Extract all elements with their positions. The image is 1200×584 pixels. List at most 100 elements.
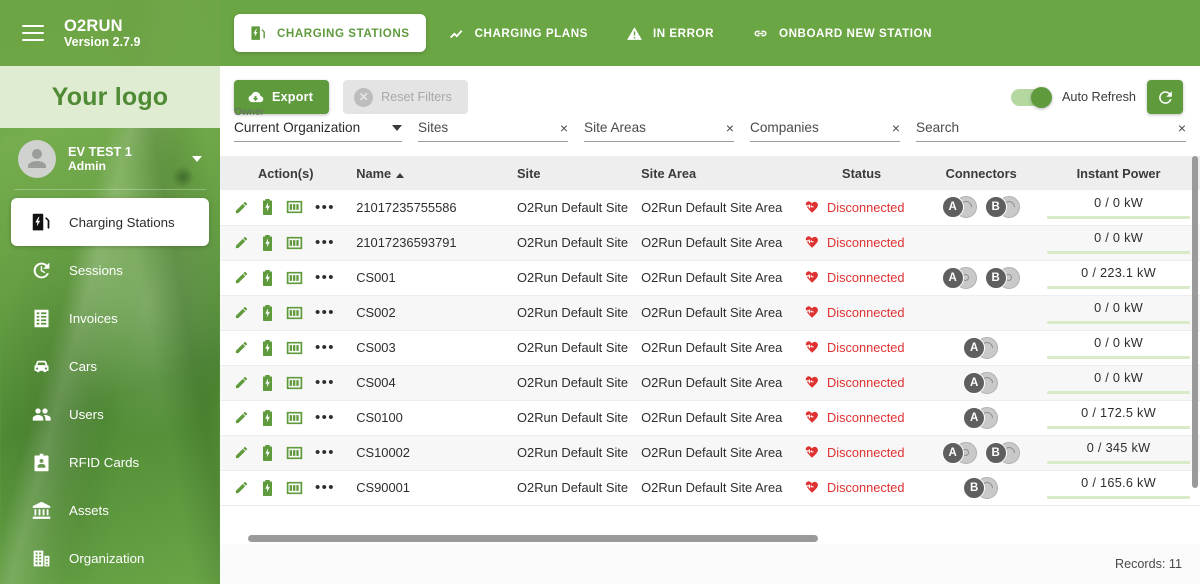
cell-connectors (925, 225, 1037, 260)
connector-letter: B (984, 441, 1007, 464)
chevron-down-icon[interactable] (192, 156, 202, 162)
user-profile[interactable]: EV TEST 1 Admin (0, 128, 220, 190)
companies-filter[interactable]: Companies × (750, 120, 900, 142)
connector-letter: A (963, 406, 986, 429)
heartbeat-broken-icon (805, 341, 818, 353)
tab-onboard-new-station[interactable]: ONBOARD NEW STATION (736, 14, 948, 52)
connector-badge[interactable]: A (941, 266, 978, 289)
horizontal-scrollbar[interactable] (248, 535, 818, 542)
more-icon[interactable]: ••• (315, 200, 335, 215)
sites-placeholder: Sites (418, 120, 449, 135)
column-header-site[interactable]: Site (509, 156, 634, 190)
cell-instant-power: 0 / 165.6 kW (1037, 470, 1200, 505)
more-icon[interactable]: ••• (315, 270, 335, 285)
sidebar-item-organization[interactable]: Organization (11, 534, 209, 582)
cell-status: Disconnected (798, 400, 925, 435)
column-header-site-area[interactable]: Site Area (633, 156, 798, 190)
sidebar-item-charging-stations[interactable]: Charging Stations (11, 198, 209, 246)
connector-badge[interactable]: B (984, 441, 1021, 464)
invoice-icon (29, 306, 53, 330)
sidebar-item-cars[interactable]: Cars (11, 342, 209, 390)
table-row[interactable]: ••• CS10002 O2Run Default Site O2Run Defaul… (220, 435, 1200, 470)
meter-icon (286, 271, 303, 284)
menu-toggle-icon[interactable] (22, 25, 44, 41)
brand-name: O2RUN (64, 16, 123, 35)
connector-badge[interactable]: B (984, 266, 1021, 289)
table-row[interactable]: ••• 21017236593791 O2Run Default Site O2Run… (220, 225, 1200, 260)
instant-power-value: 0 / 172.5 kW (1081, 406, 1156, 420)
sites-filter[interactable]: Sites × (418, 120, 568, 142)
app-root: O2RUN Version 2.7.9 Your logo EV TEST 1 … (0, 0, 1200, 584)
column-header-status[interactable]: Status (798, 156, 926, 190)
edit-icon (235, 446, 248, 459)
tab-charging-stations[interactable]: CHARGING STATIONS (234, 14, 426, 52)
connector-letter: B (984, 266, 1007, 289)
cell-site-area: O2Run Default Site Area (641, 410, 783, 425)
sidebar-item-sessions[interactable]: Sessions (11, 246, 209, 294)
more-icon[interactable]: ••• (315, 340, 335, 355)
chevron-down-icon[interactable] (392, 125, 402, 131)
column-header-name[interactable]: Name (348, 156, 509, 190)
table-row[interactable]: ••• 21017235755586 O2Run Default Site O2Run… (220, 190, 1200, 225)
clear-icon[interactable]: × (726, 120, 734, 136)
connector-letter: B (963, 476, 986, 499)
table-row[interactable]: ••• CS0100 O2Run Default Site O2Run Default… (220, 400, 1200, 435)
more-icon[interactable]: ••• (315, 410, 335, 425)
tab-in-error[interactable]: IN ERROR (610, 14, 730, 52)
edit-icon (235, 376, 248, 389)
table-row[interactable]: ••• CS001 O2Run Default Site O2Run Default … (220, 260, 1200, 295)
cell-name: 21017235755586 (356, 199, 457, 215)
connector-badge[interactable]: A (963, 406, 999, 429)
more-icon[interactable]: ••• (315, 375, 335, 390)
edit-icon (235, 201, 248, 213)
sidebar-item-users[interactable]: Users (11, 390, 209, 438)
connector-badge[interactable]: B (984, 196, 1021, 219)
column-header-actions[interactable]: Action(s) (220, 156, 349, 190)
table-footer: Records: 11 (220, 544, 1200, 584)
more-icon[interactable]: ••• (315, 445, 335, 460)
sidebar: O2RUN Version 2.7.9 Your logo EV TEST 1 … (0, 0, 220, 584)
cell-name: CS0100 (356, 410, 403, 425)
row-actions: ••• (220, 365, 348, 400)
avatar (18, 140, 56, 178)
instant-power-value: 0 / 0 kW (1094, 371, 1144, 385)
meter-icon (286, 446, 303, 459)
battery-icon (262, 409, 273, 426)
instant-power-bar (1047, 496, 1190, 499)
table-row[interactable]: ••• CS90001 O2Run Default Site O2Run Defaul… (220, 470, 1200, 505)
table-row[interactable]: ••• CS002 O2Run Default Site O2Run Default … (220, 295, 1200, 330)
connector-badge[interactable]: A (941, 441, 978, 464)
clear-icon[interactable]: × (560, 120, 568, 136)
reset-filters-button[interactable]: ✕ Reset Filters (343, 80, 468, 114)
more-icon[interactable]: ••• (315, 480, 335, 495)
table-row[interactable]: ••• CS004 O2Run Default Site O2Run Default … (220, 365, 1200, 400)
table-row[interactable]: ••• CS003 O2Run Default Site O2Run Default … (220, 330, 1200, 365)
more-icon[interactable]: ••• (315, 305, 335, 320)
filter-bar: Owner Current Organization Sites × Site … (220, 107, 1200, 142)
connector-badge[interactable]: A (941, 196, 978, 219)
edit-icon (235, 306, 248, 319)
vertical-scrollbar[interactable] (1192, 156, 1198, 488)
owner-select[interactable]: Owner Current Organization (234, 107, 402, 142)
tab-charging-plans[interactable]: CHARGING PLANS (432, 14, 604, 52)
refresh-icon (1158, 90, 1172, 104)
status-badge: Disconnected (827, 270, 905, 285)
more-icon[interactable]: ••• (315, 235, 335, 250)
clear-icon[interactable]: × (892, 120, 900, 136)
warning-triangle-icon (627, 26, 642, 40)
column-header-instant-power[interactable]: Instant Power (1037, 156, 1200, 190)
refresh-button[interactable] (1147, 80, 1183, 114)
connector-letter: A (963, 371, 986, 394)
sidebar-item-assets[interactable]: Assets (11, 486, 209, 534)
connector-badge[interactable]: B (963, 476, 999, 499)
sidebar-item-rfid-cards[interactable]: RFID Cards (11, 438, 209, 486)
auto-refresh-toggle[interactable] (1010, 86, 1052, 108)
column-header-connectors[interactable]: Connectors (925, 156, 1038, 190)
clear-icon[interactable]: × (1178, 120, 1186, 136)
connector-badge[interactable]: A (963, 336, 999, 359)
connector-badge[interactable]: A (963, 371, 999, 394)
sidebar-item-invoices[interactable]: Invoices (11, 294, 209, 342)
site-areas-filter[interactable]: Site Areas × (584, 120, 734, 142)
edit-icon (235, 271, 248, 284)
search-input[interactable]: Search × (916, 120, 1186, 142)
